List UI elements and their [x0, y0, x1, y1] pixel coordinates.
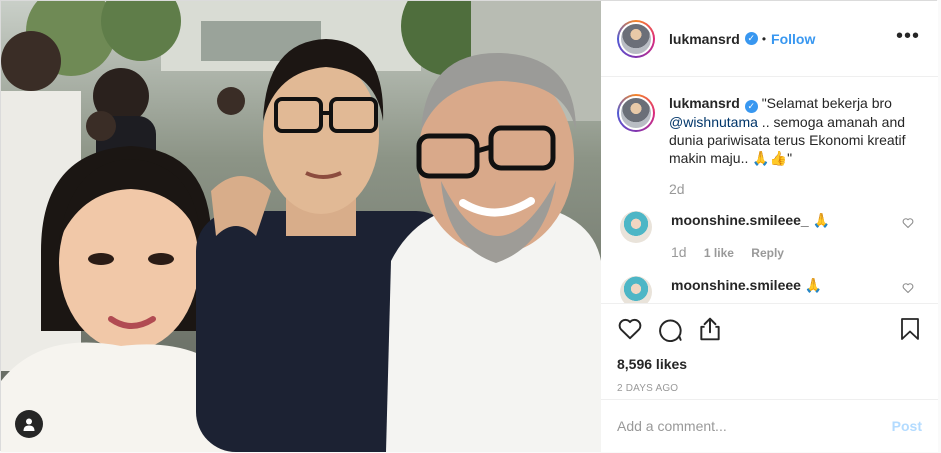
post-timestamp[interactable]: 2 DAYS AGO: [617, 383, 922, 394]
comment-likes[interactable]: 1 like: [704, 246, 734, 260]
caption-mention-link[interactable]: @wishnutama: [669, 114, 758, 130]
add-comment-bar: Post: [601, 399, 938, 452]
reply-button[interactable]: Reply: [751, 246, 784, 260]
author-username[interactable]: lukmansrd: [669, 31, 740, 47]
comment-item: moonshine.smileee_ 🙏 1d 1 like Reply: [617, 211, 922, 262]
follow-button[interactable]: Follow: [771, 31, 815, 47]
instagram-post: lukmansrd ✓ • Follow ••• lukmansrd ✓ "Sel…: [0, 0, 938, 452]
commenter-avatar[interactable]: [620, 276, 652, 303]
comment-item: moonshine.smileee 🙏: [617, 276, 922, 303]
comments-list[interactable]: lukmansrd ✓ "Selamat bekerja bro @wishnut…: [601, 78, 938, 303]
comment-input[interactable]: [617, 418, 892, 434]
more-options-icon[interactable]: •••: [896, 26, 920, 46]
author-avatar[interactable]: [617, 19, 655, 58]
comment-time[interactable]: 1d: [671, 244, 687, 260]
bookmark-icon[interactable]: [898, 316, 922, 342]
caption-text: lukmansrd ✓ "Selamat bekerja bro @wishnut…: [669, 94, 919, 167]
post-header: lukmansrd ✓ • Follow •••: [601, 1, 938, 77]
post-side-panel: lukmansrd ✓ • Follow ••• lukmansrd ✓ "Sel…: [601, 1, 938, 452]
commenter-avatar[interactable]: [620, 211, 652, 243]
caption-username[interactable]: lukmansrd: [669, 95, 740, 111]
photo-illustration: [1, 1, 601, 452]
post-actions: 8,596 likes 2 DAYS AGO: [601, 303, 938, 399]
commenter-username[interactable]: moonshine.smileee: [671, 277, 801, 293]
comment-like-heart-icon[interactable]: [902, 217, 914, 229]
commenter-username[interactable]: moonshine.smileee_: [671, 212, 809, 228]
comment-text: 🙏: [812, 212, 831, 228]
likes-count[interactable]: 8,596 likes: [617, 356, 922, 372]
user-tag-icon: [23, 418, 35, 431]
verified-check-icon: ✓: [744, 100, 758, 113]
verified-check-icon: ✓: [744, 32, 758, 45]
share-icon[interactable]: [697, 316, 723, 342]
tagged-user-button[interactable]: [15, 410, 43, 438]
caption-time[interactable]: 2d: [669, 181, 919, 197]
caption-body-start: "Selamat bekerja bro: [761, 95, 892, 111]
caption: lukmansrd ✓ "Selamat bekerja bro @wishnut…: [617, 94, 922, 197]
comment-icon[interactable]: [657, 316, 683, 342]
caption-avatar[interactable]: [617, 94, 655, 132]
comment-like-heart-icon[interactable]: [902, 282, 914, 294]
post-photo[interactable]: [1, 1, 601, 452]
header-separator: •: [761, 31, 767, 46]
comment-text: 🙏: [804, 277, 823, 293]
post-comment-button[interactable]: Post: [892, 418, 922, 434]
heart-icon[interactable]: [617, 316, 643, 342]
